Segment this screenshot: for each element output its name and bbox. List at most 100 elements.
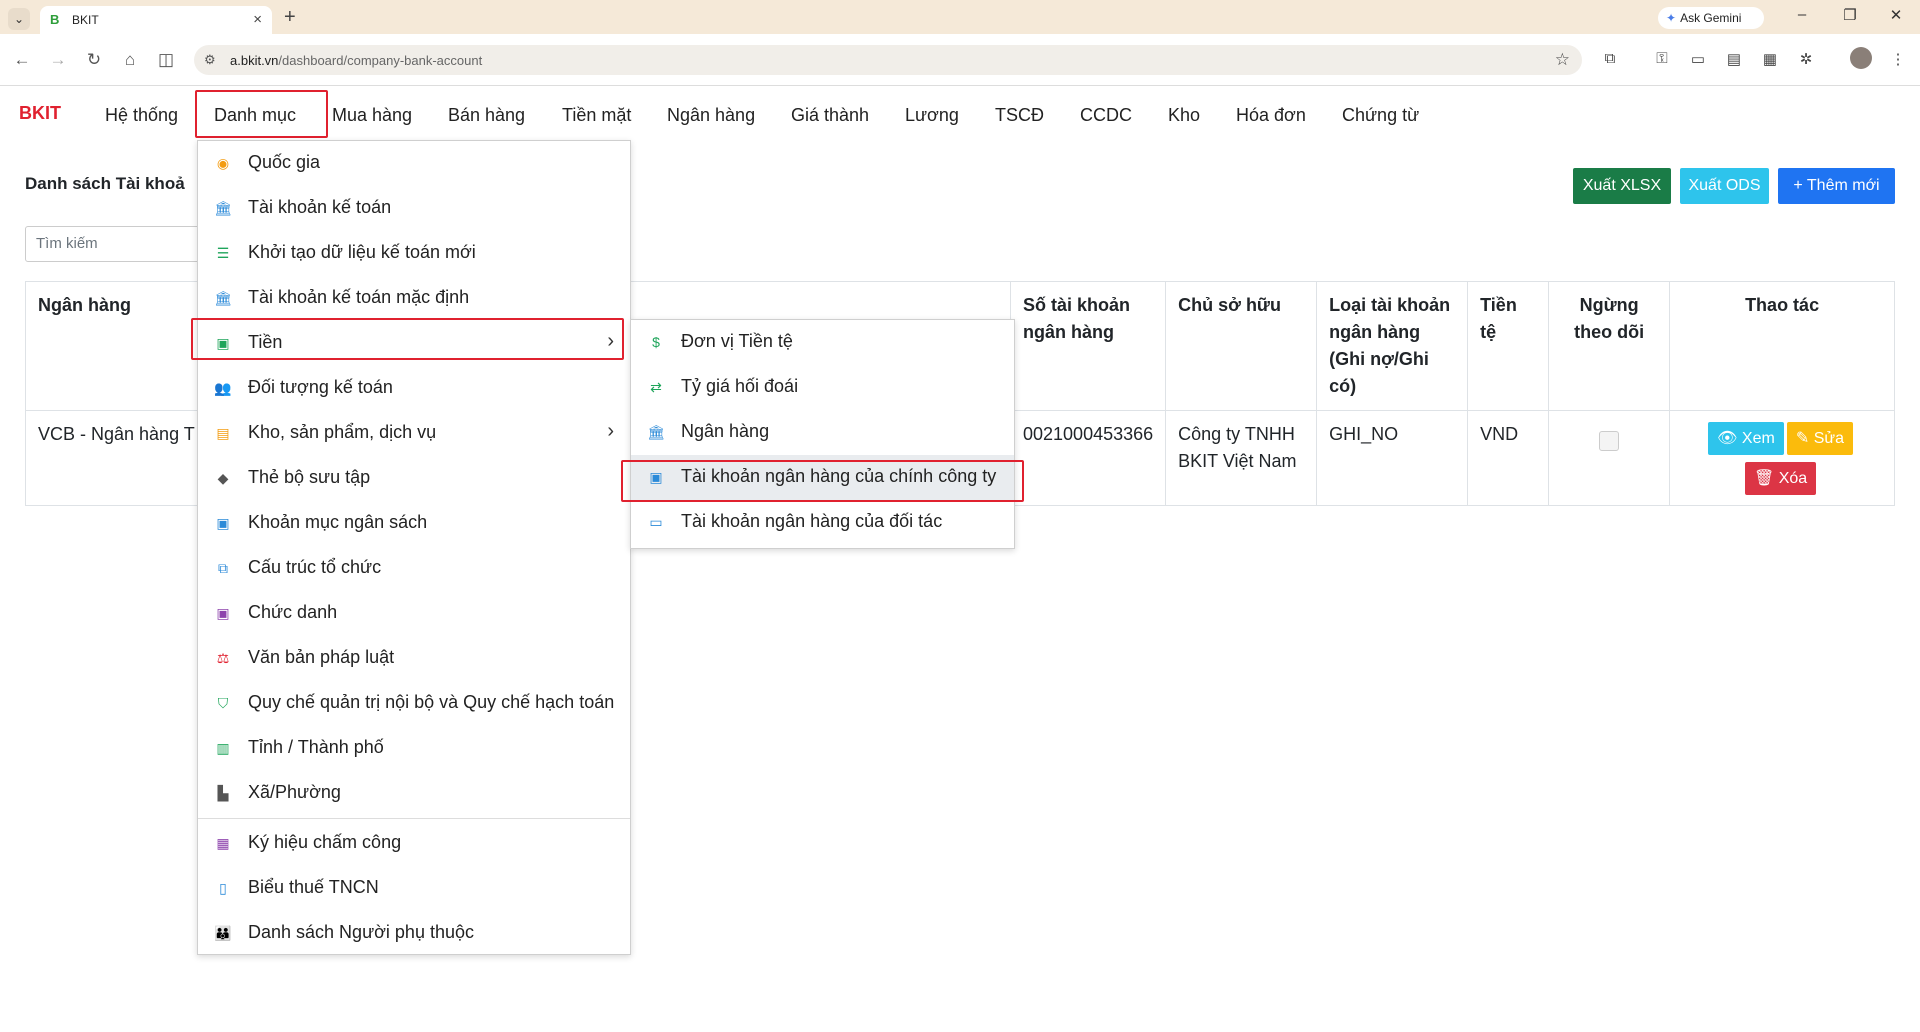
reading-mode-icon[interactable]: ▤ — [1724, 50, 1744, 68]
stop-tracking-checkbox[interactable] — [1599, 431, 1620, 451]
company-account-highlight-box — [621, 460, 1024, 502]
menu-item-tai-khoan-mac-dinh[interactable]: 🏛 Tài khoản kế toán mặc định — [198, 276, 630, 321]
nav-kho[interactable]: Kho — [1168, 105, 1200, 126]
menu-item-khoan-muc-ngan-sach[interactable]: ▣ Khoản mục ngân sách — [198, 501, 630, 546]
view-button[interactable]: 👁 Xem — [1708, 422, 1784, 455]
bank-icon: 🏛 — [647, 424, 665, 440]
menu-item-tai-khoan-ke-toan[interactable]: 🏛 Tài khoản kế toán — [198, 186, 630, 231]
menu-item-nguoi-phu-thuoc[interactable]: 👪 Danh sách Người phụ thuộc — [198, 911, 630, 956]
nav-tscd[interactable]: TSCĐ — [995, 105, 1044, 126]
minimize-icon[interactable]: – — [1792, 6, 1812, 23]
col-currency: Tiền tệ — [1467, 281, 1550, 411]
menu-item-quy-che[interactable]: ⛉ Quy chế quản trị nội bộ và Quy chế hạch… — [198, 681, 630, 726]
col-actions: Thao tác — [1669, 281, 1895, 411]
menu-item-cau-truc-to-chuc[interactable]: ⧉ Cấu trúc tổ chức — [198, 546, 630, 591]
ask-gemini-label: Ask Gemini — [1680, 11, 1742, 25]
nav-luong[interactable]: Lương — [905, 105, 959, 126]
restore-icon[interactable]: ❐ — [1840, 6, 1860, 24]
back-icon[interactable]: ← — [12, 50, 32, 70]
reload-icon[interactable]: ↻ — [84, 50, 104, 70]
submenu-item-tk-doi-tac[interactable]: ▭ Tài khoản ngân hàng của đối tác — [631, 500, 1014, 545]
app-navbar: BKIT Hệ thống Danh mục Mua hàng Bán hàng… — [0, 86, 1920, 142]
calendar-check-icon: ▦ — [216, 835, 230, 851]
password-key-icon[interactable]: ⚿ — [1652, 50, 1672, 67]
export-ods-button[interactable]: Xuất ODS — [1680, 168, 1769, 204]
menu-item-khoi-tao-du-lieu[interactable]: ☰ Khởi tạo dữ liệu kế toán mới — [198, 231, 630, 276]
id-badge-icon: ▣ — [216, 605, 230, 621]
menu-item-kho-san-pham[interactable]: ▤ Kho, sản phẩm, dịch vụ › — [198, 411, 630, 456]
brand-logo[interactable]: BKIT — [19, 103, 61, 124]
nav-ngan-hang[interactable]: Ngân hàng — [667, 105, 755, 126]
file-percent-icon: ▯ — [219, 880, 227, 896]
nav-he-thong[interactable]: Hệ thống — [105, 105, 178, 126]
nav-gia-thanh[interactable]: Giá thành — [791, 105, 869, 126]
danh-muc-dropdown: ◉ Quốc gia 🏛 Tài khoản kế toán ☰ Khởi tạo d… — [197, 140, 631, 955]
nav-ban-hang[interactable]: Bán hàng — [448, 105, 525, 126]
wallet-icon: ▣ — [216, 515, 230, 531]
extension-puzzle-icon[interactable]: ✲ — [1796, 50, 1816, 68]
menu-item-ky-hieu-cham-cong[interactable]: ▦ Ký hiệu chấm công — [198, 821, 630, 866]
danh-muc-highlight-box — [195, 90, 328, 138]
menu-item-xa-phuong[interactable]: ▙ Xã/Phường — [198, 771, 630, 816]
edit-button[interactable]: ✎ Sửa — [1786, 422, 1853, 455]
menu-item-doi-tuong[interactable]: 👥 Đối tượng kế toán — [198, 366, 630, 411]
close-tab-icon[interactable]: × — [253, 11, 262, 28]
more-menu-icon[interactable]: ⋮ — [1888, 50, 1908, 68]
tab-title: BKIT — [72, 13, 99, 27]
gemini-spark-icon: ✦ — [1666, 11, 1677, 25]
col-account-no: Số tài khoản ngân hàng — [1009, 281, 1167, 411]
search-input[interactable]: Tìm kiếm — [25, 226, 205, 262]
address-bar[interactable]: ⚙ a.bkit.vn/dashboard/company-bank-accou… — [194, 45, 1582, 75]
cell-stop-tracking — [1548, 410, 1671, 506]
site-info-icon[interactable]: ⚙ — [204, 52, 216, 68]
menu-item-chuc-danh[interactable]: ▣ Chức danh — [198, 591, 630, 636]
col-type: Loại tài khoản ngân hàng (Ghi nợ/Ghi có) — [1316, 281, 1469, 411]
split-view-icon[interactable]: ◫ — [156, 50, 176, 70]
browser-tabbar: ⌄ B BKIT × + ✦ Ask Gemini – ❐ ✕ — [0, 0, 1920, 34]
nav-mua-hang[interactable]: Mua hàng — [332, 105, 412, 126]
close-window-icon[interactable]: ✕ — [1886, 6, 1906, 24]
bookmark-star-icon[interactable]: ☆ — [1555, 50, 1570, 70]
users-icon: 👥 — [214, 380, 232, 396]
chevron-right-icon: › — [607, 420, 614, 442]
gavel-icon: ⚖ — [216, 650, 230, 666]
tien-submenu: $ Đơn vị Tiền tệ ⇄ Tỷ giá hối đoái 🏛 Ngân h… — [630, 319, 1015, 549]
table-icon[interactable]: ▦ — [1760, 50, 1780, 68]
credit-card-icon: ▭ — [649, 514, 663, 530]
nav-chung-tu[interactable]: Chứng từ — [1342, 105, 1419, 126]
profile-avatar[interactable] — [1850, 47, 1872, 69]
browser-tab[interactable]: B BKIT × — [40, 6, 272, 34]
dollar-circle-icon: $ — [652, 334, 660, 350]
tab-search-chevron-icon[interactable]: ⌄ — [8, 8, 30, 30]
org-chart-icon: ⧉ — [218, 560, 228, 576]
home-icon[interactable]: ⌂ — [120, 50, 140, 70]
col-owner: Chủ sở hữu — [1165, 281, 1318, 411]
cell-type: GHI_NO — [1316, 410, 1469, 506]
url-text[interactable]: a.bkit.vn/dashboard/company-bank-account — [230, 53, 482, 68]
exchange-icon: ⇄ — [650, 379, 662, 395]
eye-icon: 👁 — [1717, 430, 1742, 447]
menu-item-quoc-gia[interactable]: ◉ Quốc gia — [198, 141, 630, 186]
new-tab-icon[interactable]: + — [284, 6, 296, 29]
menu-item-bieu-thue-tncn[interactable]: ▯ Biểu thuế TNCN — [198, 866, 630, 911]
submenu-item-ngan-hang[interactable]: 🏛 Ngân hàng — [631, 410, 1014, 455]
extensions-icon[interactable]: ⧉ — [1600, 50, 1620, 67]
add-new-button[interactable]: + Thêm mới — [1778, 168, 1895, 204]
favicon-icon: B — [50, 12, 60, 27]
menu-item-tinh-thanh-pho[interactable]: ▥ Tỉnh / Thành phố — [198, 726, 630, 771]
forward-icon[interactable]: → — [48, 50, 68, 70]
nav-tien-mat[interactable]: Tiền mặt — [562, 105, 631, 126]
nav-ccdc[interactable]: CCDC — [1080, 105, 1132, 126]
ask-gemini-button[interactable]: ✦ Ask Gemini — [1658, 7, 1764, 29]
bank-icon: 🏛 — [214, 290, 232, 306]
menu-item-van-ban-phap-luat[interactable]: ⚖ Văn bản pháp luật — [198, 636, 630, 681]
nav-hoa-don[interactable]: Hóa đơn — [1236, 105, 1306, 126]
submenu-item-don-vi-tien-te[interactable]: $ Đơn vị Tiền tệ — [631, 320, 1014, 365]
export-xlsx-button[interactable]: Xuất XLSX — [1573, 168, 1671, 204]
menu-item-the-bo-suu-tap[interactable]: ◆ Thẻ bộ sưu tập — [198, 456, 630, 501]
delete-button[interactable]: 🗑 Xóa — [1744, 462, 1817, 495]
submenu-item-ty-gia[interactable]: ⇄ Tỷ giá hối đoái — [631, 365, 1014, 410]
payment-card-icon[interactable]: ▭ — [1688, 50, 1708, 68]
city-icon: ▙ — [217, 785, 229, 801]
cell-account-no: 0021000453366 — [1009, 410, 1167, 506]
